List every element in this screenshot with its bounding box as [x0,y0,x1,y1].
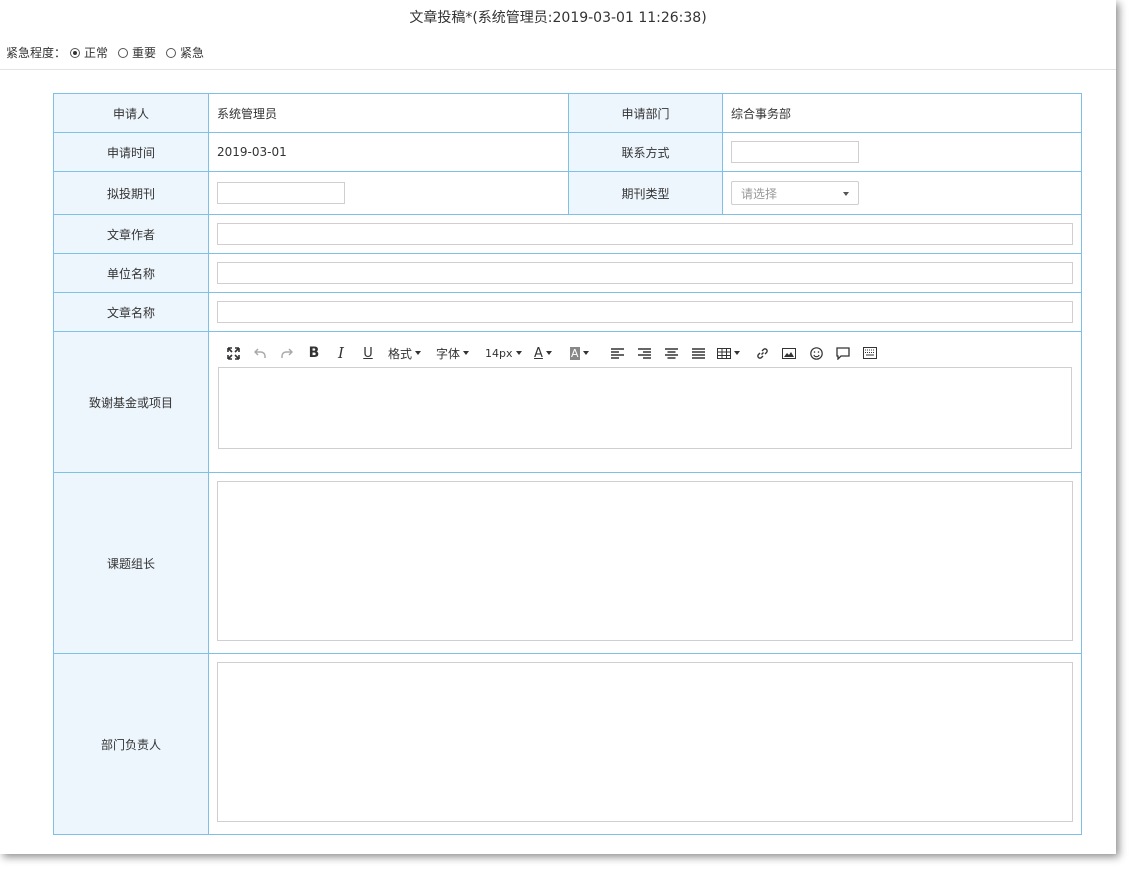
grid-line [208,94,209,834]
fund-editor[interactable] [218,367,1072,449]
urgency-option-label: 重要 [132,46,157,60]
urgency-option-normal[interactable]: 正常 [66,44,108,61]
urgency-option-important[interactable]: 重要 [112,44,156,61]
journal-type-label: 期刊类型 [569,172,722,214]
grid-line [568,94,569,214]
font-dropdown[interactable]: 字体 [436,343,469,363]
radio-urgent[interactable] [166,47,177,58]
format-label: 格式 [388,346,413,361]
font-label: 字体 [436,346,461,361]
contact-input[interactable] [731,141,859,163]
author-label: 文章作者 [54,215,208,253]
article-label: 文章名称 [54,293,208,331]
urgency-option-urgent[interactable]: 紧急 [160,44,204,61]
journal-type-select[interactable]: 请选择 [731,181,859,205]
author-input[interactable] [217,223,1073,245]
apply-time-value: 2019-03-01 [209,133,568,171]
table-icon[interactable] [717,343,740,363]
undo-icon[interactable] [253,343,267,363]
leader-textarea[interactable] [217,481,1073,641]
journal-label: 拟投期刊 [54,172,208,214]
radio-normal[interactable] [70,47,81,58]
format-dropdown[interactable]: 格式 [388,343,421,363]
department-label: 申请部门 [569,94,722,132]
bold-icon[interactable]: B [307,343,321,363]
align-left-icon[interactable] [610,343,624,363]
dept-head-label: 部门负责人 [54,654,208,834]
leader-label: 课题组长 [54,473,208,653]
department-value: 综合事务部 [723,94,1081,132]
chevron-down-icon [843,192,849,196]
contact-label: 联系方式 [569,133,722,171]
align-right-icon[interactable] [637,343,651,363]
font-color-dropdown[interactable]: A [534,343,552,363]
link-icon[interactable] [754,343,770,363]
article-input[interactable] [217,301,1073,323]
dialog-panel: 文章投稿*(系统管理员:2019-03-01 11:26:38) 紧急程度： 正… [0,0,1116,854]
applicant-value: 系统管理员 [209,94,568,132]
grid-line [722,94,723,214]
fund-label: 致谢基金或项目 [54,332,208,472]
header-divider [0,69,1116,70]
font-color-icon: A [534,345,543,361]
editor-toolbar: B I U 格式 字体 14px A A [217,343,897,363]
unit-input[interactable] [217,262,1073,284]
radio-important[interactable] [118,47,129,58]
applicant-label: 申请人 [54,94,208,132]
fullscreen-icon[interactable] [225,343,241,363]
keyboard-icon[interactable] [862,343,878,363]
urgency-group: 紧急程度： 正常 重要 紧急 [6,44,208,61]
underline-icon[interactable]: U [361,343,375,363]
comment-icon[interactable] [835,343,851,363]
bg-color-icon: A [570,346,580,360]
unit-label: 单位名称 [54,254,208,292]
journal-type-placeholder: 请选择 [741,186,778,201]
align-justify-icon[interactable] [691,343,705,363]
emoji-icon[interactable] [808,343,824,363]
urgency-option-label: 紧急 [180,46,205,60]
bg-color-dropdown[interactable]: A [570,343,589,363]
journal-input[interactable] [217,182,345,204]
urgency-option-label: 正常 [84,46,109,60]
page-title: 文章投稿*(系统管理员:2019-03-01 11:26:38) [409,10,707,26]
italic-icon[interactable]: I [334,343,348,363]
redo-icon[interactable] [280,343,294,363]
urgency-label: 紧急程度： [6,46,67,60]
font-size-dropdown[interactable]: 14px [485,343,522,363]
apply-time-label: 申请时间 [54,133,208,171]
dept-head-textarea[interactable] [217,662,1073,822]
image-icon[interactable] [781,343,797,363]
align-center-icon[interactable] [664,343,678,363]
font-size-label: 14px [485,346,513,360]
